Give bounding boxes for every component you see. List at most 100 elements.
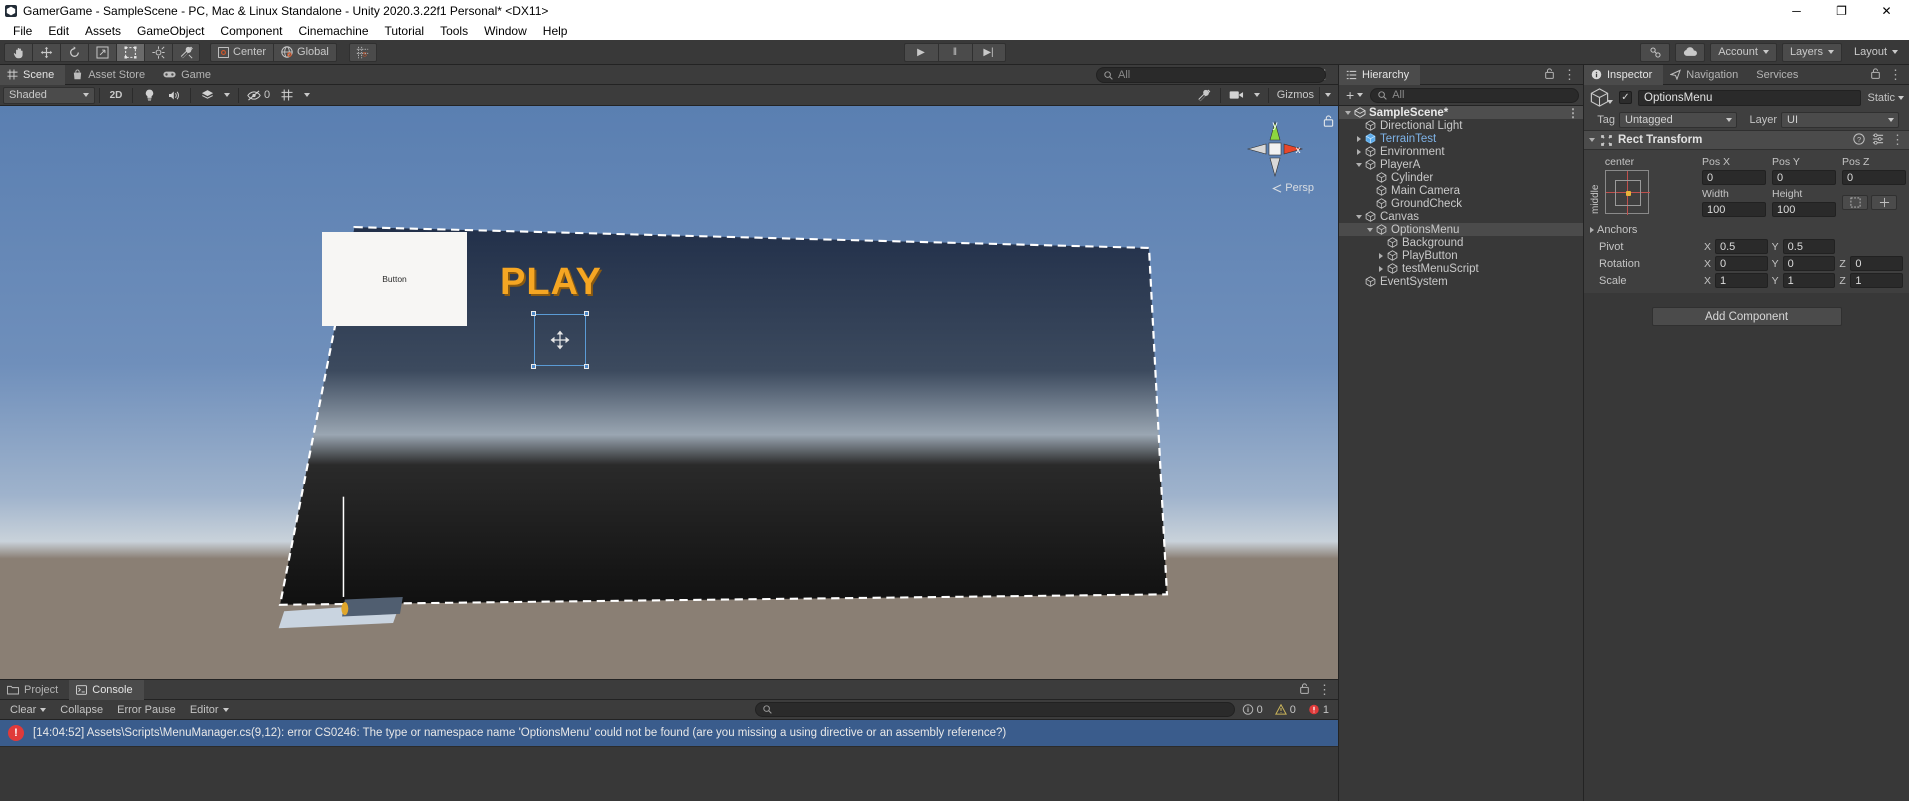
custom-tool-icon[interactable] xyxy=(172,42,200,62)
static-checkbox-group[interactable]: Static xyxy=(1867,92,1904,104)
collab-icon[interactable] xyxy=(1640,42,1671,62)
menu-item-gameobject[interactable]: GameObject xyxy=(129,24,212,38)
hierarchy-item-eventsystem[interactable]: EventSystem xyxy=(1339,275,1583,288)
anchors-row[interactable]: Anchors xyxy=(1584,221,1909,238)
scene-camera-icon[interactable] xyxy=(1225,87,1249,104)
preset-icon[interactable] xyxy=(1872,132,1884,148)
add-gameobject-button[interactable]: + xyxy=(1343,87,1366,103)
coordinate-space-button[interactable]: Global xyxy=(273,42,337,62)
pos-y-field[interactable]: Pos Y 0 xyxy=(1772,156,1836,185)
chevron-down-icon[interactable] xyxy=(1607,99,1613,104)
tab-project[interactable]: Project xyxy=(0,680,69,700)
menu-item-cinemachine[interactable]: Cinemachine xyxy=(290,24,376,38)
layout-dropdown[interactable]: Layout xyxy=(1847,43,1905,62)
hierarchy-item-playbutton[interactable]: PlayButton xyxy=(1339,249,1583,262)
move-tool-icon[interactable] xyxy=(32,42,60,62)
hierarchy-item-optionsmenu[interactable]: OptionsMenu xyxy=(1339,223,1583,236)
twisty-down-icon[interactable] xyxy=(1364,227,1375,232)
rotation-y-group[interactable]: Y 0 xyxy=(1772,256,1836,271)
toggle-2d-button[interactable]: 2D xyxy=(104,87,128,104)
scene-visibility-toggle[interactable]: 0 xyxy=(243,87,274,104)
scale-z-value[interactable]: 1 xyxy=(1850,273,1904,288)
hierarchy-item-groundcheck[interactable]: GroundCheck xyxy=(1339,197,1583,210)
editor-dropdown[interactable]: Editor xyxy=(184,702,235,718)
warning-count-badge[interactable]: 0 xyxy=(1270,702,1301,718)
console-lock-icon[interactable] xyxy=(1299,682,1310,697)
height-value[interactable]: 100 xyxy=(1772,202,1836,217)
hierarchy-item-samplescene[interactable]: SampleScene* ⋮ xyxy=(1339,106,1583,119)
blueprint-mode-icon[interactable] xyxy=(1842,195,1868,210)
pos-z-field[interactable]: Pos Z 0 xyxy=(1842,156,1906,185)
twisty-right-icon[interactable] xyxy=(1375,265,1386,272)
tab-asset-store[interactable]: Asset Store xyxy=(65,65,156,85)
anchors-label-group[interactable]: Anchors xyxy=(1590,224,1700,236)
scale-x-group[interactable]: X 1 xyxy=(1704,273,1768,288)
scale-y-value[interactable]: 1 xyxy=(1782,273,1836,288)
menu-item-window[interactable]: Window xyxy=(476,24,535,38)
play-button[interactable]: ▶ xyxy=(903,42,938,62)
pivot-mode-button[interactable]: Center xyxy=(210,42,274,62)
menu-item-edit[interactable]: Edit xyxy=(40,24,77,38)
scale-x-value[interactable]: 1 xyxy=(1715,273,1768,288)
scene-context-menu-icon[interactable]: ⋮ xyxy=(1567,107,1579,119)
hierarchy-item-cylinder[interactable]: Cylinder xyxy=(1339,171,1583,184)
collapse-triangle-icon[interactable] xyxy=(1589,138,1595,142)
collapse-button[interactable]: Collapse xyxy=(54,702,109,718)
help-icon[interactable]: ? xyxy=(1853,132,1865,148)
menu-item-tutorial[interactable]: Tutorial xyxy=(377,24,433,38)
tab-game[interactable]: Game xyxy=(156,65,222,85)
tab-services[interactable]: Services xyxy=(1749,65,1809,85)
hierarchy-item-directional-light[interactable]: Directional Light xyxy=(1339,119,1583,132)
console-log-row[interactable]: ! [14:04:52] Assets\Scripts\MenuManager.… xyxy=(0,720,1338,747)
tab-inspector[interactable]: Inspector xyxy=(1584,64,1664,85)
tab-hierarchy[interactable]: Hierarchy xyxy=(1339,64,1421,85)
account-dropdown[interactable]: Account xyxy=(1710,42,1777,62)
close-button[interactable]: ✕ xyxy=(1864,0,1909,21)
effects-dropdown-icon[interactable] xyxy=(220,87,234,104)
height-field[interactable]: Height 100 xyxy=(1772,188,1836,217)
hierarchy-search-input[interactable]: All xyxy=(1370,87,1579,103)
layer-dropdown[interactable]: UI xyxy=(1781,112,1899,128)
raw-edit-mode-icon[interactable] xyxy=(1871,195,1897,210)
console-panel-menu-icon[interactable]: ⋮ xyxy=(1318,683,1331,696)
minimize-button[interactable]: ─ xyxy=(1774,0,1819,21)
hand-tool-icon[interactable] xyxy=(4,42,32,62)
hierarchy-tree[interactable]: SampleScene* ⋮ Directional Light TerrainTes… xyxy=(1339,106,1583,801)
gameobject-enabled-checkbox[interactable]: ✓ xyxy=(1619,91,1632,104)
twisty-down-icon[interactable] xyxy=(1342,110,1353,115)
hierarchy-item-environment[interactable]: Environment xyxy=(1339,145,1583,158)
pivot-y-value[interactable]: 0.5 xyxy=(1782,239,1836,254)
twisty-down-icon[interactable] xyxy=(1353,214,1364,219)
hierarchy-item-playera[interactable]: PlayerA xyxy=(1339,158,1583,171)
menu-item-tools[interactable]: Tools xyxy=(432,24,476,38)
tab-scene[interactable]: Scene xyxy=(0,64,66,85)
scale-y-group[interactable]: Y 1 xyxy=(1772,273,1836,288)
grid-visibility-icon[interactable] xyxy=(275,87,299,104)
width-value[interactable]: 100 xyxy=(1702,202,1766,217)
lighting-toggle-icon[interactable] xyxy=(137,87,161,104)
rotation-y-value[interactable]: 0 xyxy=(1782,256,1836,271)
pause-button[interactable]: ‖ xyxy=(937,42,972,62)
console-search-input[interactable] xyxy=(754,702,1235,717)
anchor-preset-group[interactable]: center middle xyxy=(1584,156,1702,217)
tab-console[interactable]: Console xyxy=(69,679,144,700)
gizmos-dropdown-icon[interactable] xyxy=(1319,86,1335,104)
menu-item-assets[interactable]: Assets xyxy=(77,24,129,38)
pos-z-value[interactable]: 0 xyxy=(1842,170,1906,185)
expand-triangle-icon[interactable] xyxy=(1590,226,1594,233)
gizmos-button[interactable]: Gizmos xyxy=(1273,87,1318,104)
inspector-panel-menu-icon[interactable]: ⋮ xyxy=(1889,68,1902,81)
component-tools-icon[interactable] xyxy=(1192,87,1216,104)
rect-transform-gizmo[interactable] xyxy=(531,311,589,369)
twisty-right-icon[interactable] xyxy=(1353,148,1364,155)
rotation-z-value[interactable]: 0 xyxy=(1850,256,1904,271)
twisty-right-icon[interactable] xyxy=(1353,135,1364,142)
scale-tool-icon[interactable] xyxy=(88,42,116,62)
twisty-down-icon[interactable] xyxy=(1353,162,1364,167)
scene-button-object[interactable]: Button xyxy=(322,232,467,326)
hierarchy-item-canvas[interactable]: Canvas xyxy=(1339,210,1583,223)
menu-item-component[interactable]: Component xyxy=(212,24,290,38)
grid-dropdown-icon[interactable] xyxy=(300,87,314,104)
pivot-x-group[interactable]: X 0.5 xyxy=(1704,239,1768,254)
scale-z-group[interactable]: Z 1 xyxy=(1839,273,1904,288)
